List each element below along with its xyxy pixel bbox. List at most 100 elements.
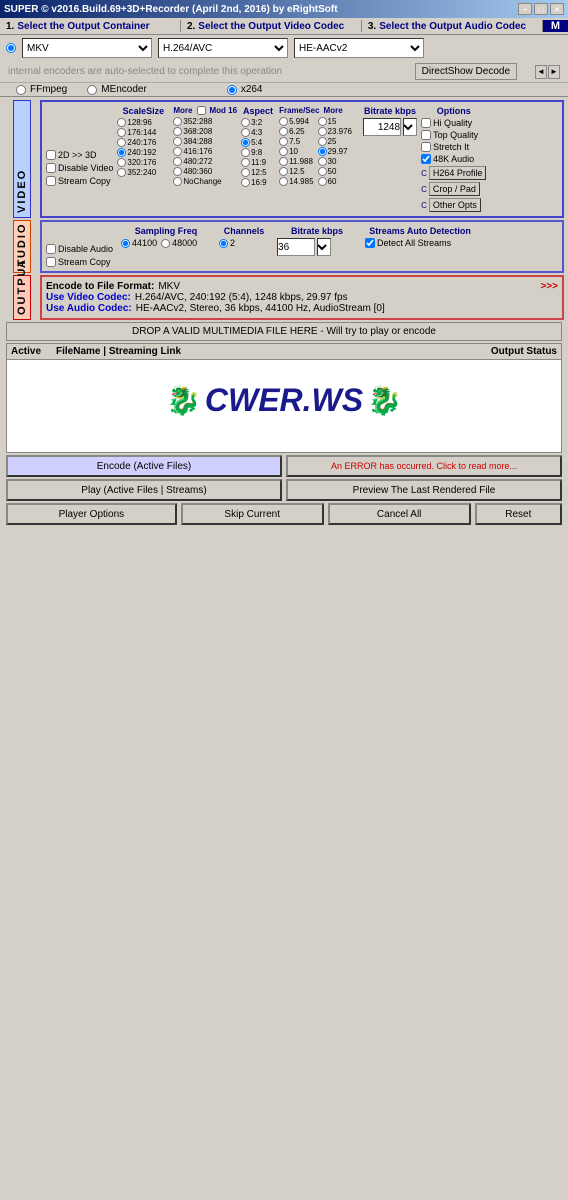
aspect-43-radio[interactable] [241, 128, 250, 137]
drop-zone-text: DROP A VALID MULTIMEDIA FILE HERE - Will… [132, 326, 436, 337]
output-side-tab: OUTPUT [13, 275, 31, 320]
table-header-filename: FileName | Streaming Link [56, 346, 491, 357]
audio-bitrate-input[interactable] [277, 238, 315, 256]
bitrate-input[interactable]: 1248 [363, 118, 401, 136]
fps-125-radio[interactable] [279, 167, 288, 176]
scale-352288-radio[interactable] [173, 117, 182, 126]
m-button[interactable]: M [543, 20, 568, 32]
mod16-checkbox[interactable] [197, 106, 206, 115]
scale-nochange-radio[interactable] [173, 177, 182, 186]
hi-quality-checkbox[interactable] [421, 118, 431, 128]
scale-416-radio[interactable] [173, 147, 182, 156]
minimize-button[interactable]: − [518, 3, 532, 15]
table-header-active: Active [11, 346, 56, 357]
video-codec-select[interactable]: H.264/AVCH.265/HEVC [158, 38, 288, 58]
mencoder-radio[interactable] [87, 85, 97, 95]
logo-dragon-left: 🐉 [166, 384, 201, 417]
scale-176-radio[interactable] [117, 128, 126, 137]
channels-2-radio[interactable] [219, 239, 228, 248]
scale-368-radio[interactable] [173, 127, 182, 136]
x264-radio[interactable] [227, 85, 237, 95]
format-label: Encode to File Format: [46, 281, 154, 292]
error-message[interactable]: An ERROR has occurred. Click to read mor… [286, 455, 562, 477]
streams-header: Streams Auto Detection [365, 226, 475, 236]
stream-copy-video-label: Stream Copy [58, 176, 111, 186]
play-button[interactable]: Play (Active Files | Streams) [6, 479, 282, 501]
scale-header: ScaleSize [117, 106, 169, 116]
fps-14985-radio[interactable] [279, 177, 288, 186]
fps-625-radio[interactable] [279, 127, 288, 136]
fps-25-radio[interactable] [318, 137, 327, 146]
top-quality-checkbox[interactable] [421, 130, 431, 140]
other-opts-button[interactable]: Other Opts [429, 198, 481, 212]
maximize-button[interactable]: □ [534, 3, 548, 15]
close-button[interactable]: × [550, 3, 564, 15]
other-opts-indicator: C [421, 201, 427, 210]
aspect-119-radio[interactable] [241, 158, 250, 167]
freq-44100-radio[interactable] [121, 239, 130, 248]
bitrate-header: Bitrate kbps [364, 106, 416, 116]
aspect-169-radio[interactable] [241, 178, 250, 187]
player-options-button[interactable]: Player Options [6, 503, 177, 525]
aspect-54-radio[interactable] [241, 138, 250, 147]
fps-23976-radio[interactable] [318, 127, 327, 136]
fps-5994-radio[interactable] [279, 117, 288, 126]
scale-352-radio[interactable] [117, 168, 126, 177]
scale-480360-radio[interactable] [173, 167, 182, 176]
directshow-btn-left[interactable]: ◄ [535, 65, 547, 79]
scale-128-radio[interactable] [117, 118, 126, 127]
stream-copy-audio-checkbox[interactable] [46, 257, 56, 267]
scale-240192-radio[interactable] [117, 148, 126, 157]
window-controls: − □ × [518, 3, 564, 15]
fps-11988-radio[interactable] [279, 157, 288, 166]
scale-480272-radio[interactable] [173, 157, 182, 166]
internal-encoders-note: internal encoders are auto-selected to c… [8, 66, 282, 77]
scale-240176-radio[interactable] [117, 138, 126, 147]
detect-all-streams-checkbox[interactable] [365, 238, 375, 248]
h264-profile-button[interactable]: H264 Profile [429, 166, 487, 180]
audio-codec-select[interactable]: HE-AACv2AACMP3 [294, 38, 424, 58]
top-quality-label: Top Quality [433, 130, 478, 140]
bitrate-select[interactable]: ▼ [403, 118, 417, 136]
fps-10-radio[interactable] [279, 147, 288, 156]
audio48k-label: 48K Audio [433, 154, 474, 164]
audio48k-checkbox[interactable] [421, 154, 431, 164]
audio-bitrate-select[interactable]: ▼ [317, 238, 331, 256]
options-header: Options [421, 106, 486, 116]
disable-audio-checkbox[interactable] [46, 244, 56, 254]
fps-30-radio[interactable] [318, 157, 327, 166]
h264-profile-indicator: C [421, 169, 427, 178]
fps-50-radio[interactable] [318, 167, 327, 176]
section2-label[interactable]: Select the Output Video Codec [198, 21, 344, 32]
ffmpeg-radio[interactable] [16, 85, 26, 95]
fps-15-radio[interactable] [318, 117, 327, 126]
skip-button[interactable]: Skip Current [181, 503, 324, 525]
section1-label[interactable]: Select the Output Container [17, 21, 149, 32]
encode-button[interactable]: Encode (Active Files) [6, 455, 282, 477]
logo-area: 🐉 CWER.WS 🐉 [7, 360, 561, 440]
directshow-btn-right[interactable]: ► [548, 65, 560, 79]
stretch-checkbox[interactable] [421, 142, 431, 152]
table-header-status: Output Status [491, 346, 557, 357]
container-radio[interactable] [6, 43, 16, 53]
aspect-125-radio[interactable] [241, 168, 250, 177]
aspect-98-radio[interactable] [241, 148, 250, 157]
disable-video-checkbox[interactable] [46, 163, 56, 173]
app-title: SUPER © v2016.Build.69+3D+Recorder (Apri… [4, 4, 338, 15]
fps-75-radio[interactable] [279, 137, 288, 146]
section3-label[interactable]: Select the Output Audio Codec [379, 21, 526, 32]
directshow-button[interactable]: DirectShow Decode [415, 63, 517, 80]
scale-320-radio[interactable] [117, 158, 126, 167]
container-select[interactable]: MKVMP4AVI [22, 38, 152, 58]
cancel-button[interactable]: Cancel All [328, 503, 471, 525]
crop-pad-button[interactable]: Crop / Pad [429, 182, 480, 196]
aspect-32-radio[interactable] [241, 118, 250, 127]
reset-button[interactable]: Reset [475, 503, 562, 525]
2d3d-checkbox[interactable] [46, 150, 56, 160]
freq-48000-radio[interactable] [161, 239, 170, 248]
fps-60-radio[interactable] [318, 177, 327, 186]
fps-2997-radio[interactable] [318, 147, 327, 156]
preview-button[interactable]: Preview The Last Rendered File [286, 479, 562, 501]
stream-copy-video-checkbox[interactable] [46, 176, 56, 186]
scale-384-radio[interactable] [173, 137, 182, 146]
